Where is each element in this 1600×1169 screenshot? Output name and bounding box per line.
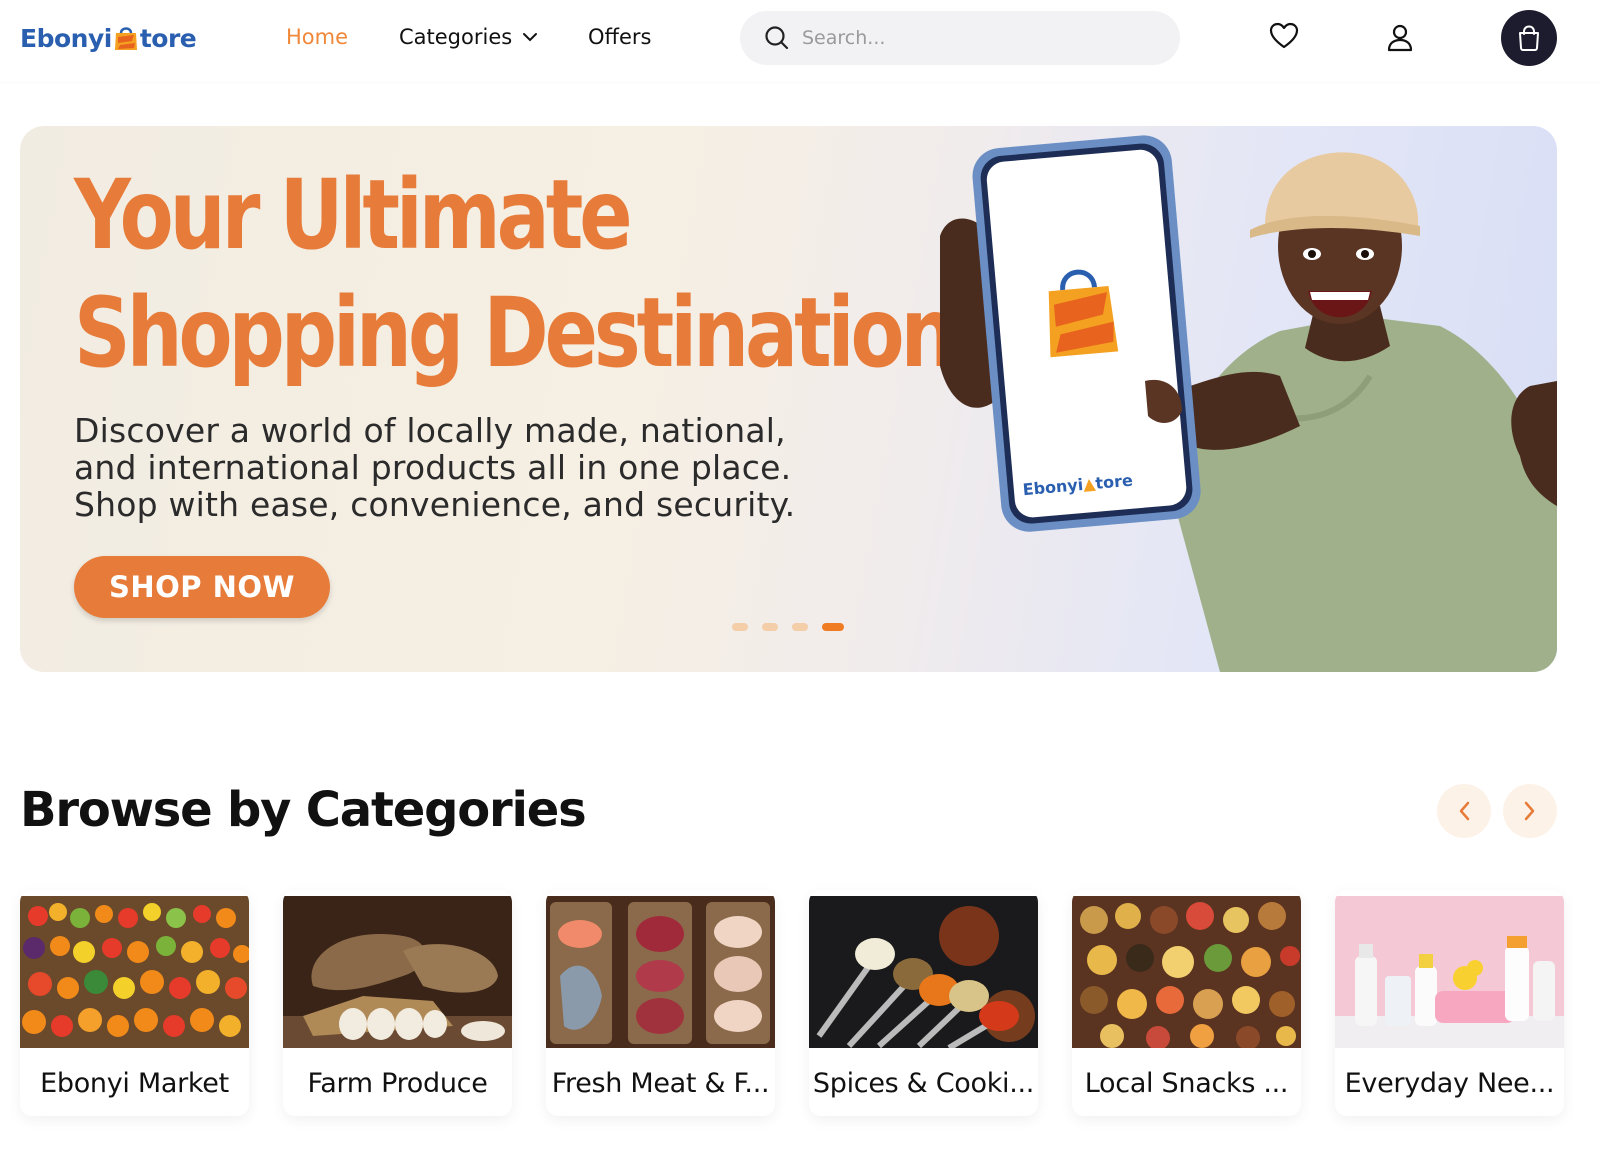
category-label: Farm Produce	[307, 1068, 488, 1099]
store-logo[interactable]: Ebonyi tore	[20, 18, 197, 58]
wishlist-heart-icon[interactable]	[1268, 20, 1300, 52]
hero-banner: Your Ultimate Shopping Destination Disco…	[20, 126, 1557, 672]
carousel-next-button[interactable]	[1503, 784, 1557, 838]
nav-home[interactable]: Home	[286, 25, 348, 49]
hero-title: Your Ultimate Shopping Destination	[74, 159, 957, 389]
nav-categories[interactable]: Categories	[399, 25, 538, 49]
carousel-dot[interactable]	[732, 623, 748, 631]
category-label: Spices & Cooki...	[812, 1068, 1035, 1099]
category-label: Fresh Meat & F...	[551, 1068, 770, 1099]
category-card[interactable]: Ebonyi Market	[20, 890, 249, 1116]
category-image-spices	[809, 896, 1038, 1048]
category-label: Local Snacks ...	[1084, 1068, 1289, 1099]
category-image-fruit-market	[20, 896, 249, 1048]
section-title: Browse by Categories	[20, 782, 587, 838]
search-icon	[765, 26, 789, 50]
category-card[interactable]: Farm Produce	[283, 890, 512, 1116]
chevron-left-icon	[1459, 801, 1470, 821]
category-card[interactable]: Local Snacks ...	[1072, 890, 1301, 1116]
category-label: Ebonyi Market	[40, 1068, 229, 1099]
user-account-icon[interactable]	[1384, 22, 1416, 54]
category-image-meat-fish	[546, 896, 775, 1048]
cart-button[interactable]	[1501, 10, 1557, 66]
category-card[interactable]: Fresh Meat & F...	[546, 890, 775, 1116]
carousel-prev-button[interactable]	[1437, 784, 1491, 838]
shop-now-button[interactable]: SHOP NOW	[74, 556, 330, 618]
chevron-right-icon	[1524, 801, 1535, 821]
nav-offers[interactable]: Offers	[588, 25, 652, 49]
category-image-yams	[283, 896, 512, 1048]
hero-man-with-phone-image: Ebonyi▲tore	[940, 135, 1557, 672]
nav-categories-label: Categories	[399, 25, 513, 49]
search-bar[interactable]	[740, 11, 1180, 65]
carousel-dot[interactable]	[792, 623, 808, 631]
hero-description: Discover a world of locally made, nation…	[74, 411, 796, 524]
category-label: Everyday Nee...	[1344, 1068, 1555, 1099]
category-image-baby-toiletries	[1335, 896, 1564, 1048]
chevron-down-icon	[523, 33, 538, 42]
carousel-dot-active[interactable]	[822, 623, 844, 631]
shopping-bag-logo-icon	[113, 24, 139, 52]
shopping-bag-icon	[1519, 25, 1539, 51]
carousel-dot[interactable]	[762, 623, 778, 631]
search-input[interactable]	[802, 27, 1162, 49]
top-navbar: Ebonyi tore Home Categories Offers	[0, 0, 1600, 82]
phone-logo-part2: tore	[1095, 471, 1134, 493]
category-card[interactable]: Everyday Nee...	[1335, 890, 1564, 1116]
category-image-snacks	[1072, 896, 1301, 1048]
category-carousel: Ebonyi Market Farm Produce Fresh Meat & …	[20, 890, 1564, 1120]
carousel-indicators	[732, 623, 844, 631]
category-card[interactable]: Spices & Cooki...	[809, 890, 1038, 1116]
